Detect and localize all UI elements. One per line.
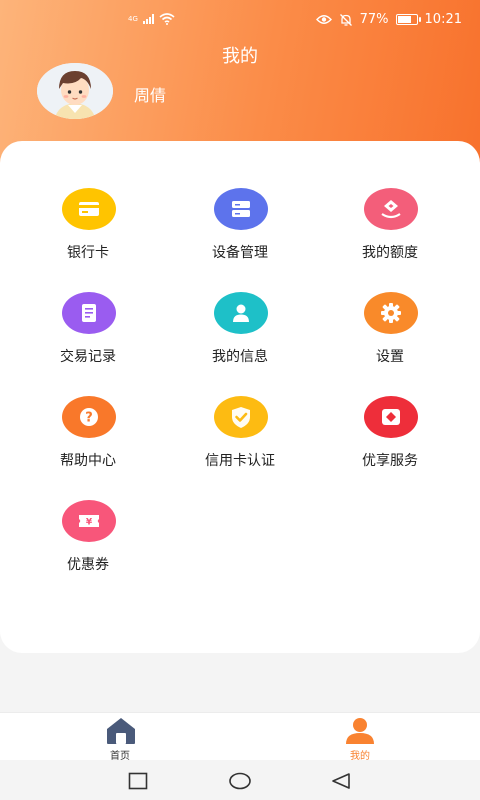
bank-card-icon	[62, 188, 116, 230]
system-nav-bar	[0, 760, 480, 800]
menu-item-label: 交易记录	[60, 349, 116, 365]
menu-item-shield-check[interactable]: 信用卡认证	[160, 396, 320, 492]
menu-item-record[interactable]: 交易记录	[8, 292, 168, 388]
device-icon	[214, 188, 268, 230]
help-icon: ?	[62, 396, 116, 438]
bottom-tab-bar: 首页 我的	[0, 712, 480, 762]
menu-item-label: 优惠券	[67, 557, 109, 573]
status-right: 77% 10:21	[315, 12, 462, 27]
menu-item-label: 信用卡认证	[205, 453, 275, 469]
home-icon	[107, 718, 135, 744]
menu-item-gear[interactable]: 设置	[310, 292, 470, 388]
record-icon	[62, 292, 116, 334]
menu-item-user-info[interactable]: 我的信息	[160, 292, 320, 388]
user-name[interactable]: 周倩	[134, 82, 166, 106]
profile-icon	[346, 718, 374, 744]
recent-apps-icon[interactable]	[128, 772, 148, 790]
menu-item-label: 我的信息	[212, 349, 268, 365]
gear-icon	[364, 292, 418, 334]
menu-item-label: 设备管理	[212, 245, 268, 261]
menu-item-help[interactable]: ? 帮助中心	[8, 396, 168, 492]
menu-item-label: 我的额度	[362, 245, 418, 261]
avatar-illustration	[37, 63, 113, 119]
tab-profile[interactable]: 我的	[330, 717, 390, 762]
menu-item-label: 银行卡	[67, 245, 109, 261]
eye-icon	[315, 15, 332, 24]
signal-icon	[142, 14, 154, 24]
menu-item-label: 帮助中心	[60, 453, 116, 469]
shield-check-icon	[214, 396, 268, 438]
wifi-icon	[159, 13, 175, 25]
menu-item-device[interactable]: 设备管理	[160, 188, 320, 284]
tab-home[interactable]: 首页	[90, 717, 150, 762]
home-circle-icon[interactable]	[228, 772, 252, 790]
network-type-label: 4G	[128, 14, 138, 23]
back-icon[interactable]	[330, 772, 352, 790]
menu-item-bank-card[interactable]: 银行卡	[8, 188, 168, 284]
network-indicators: 4G	[128, 13, 175, 25]
vip-service-icon	[364, 396, 418, 438]
clock: 10:21	[424, 12, 462, 27]
svg-text:?: ?	[85, 411, 93, 426]
menu-item-label: 设置	[376, 349, 404, 365]
user-info-icon	[214, 292, 268, 334]
coupon-icon: ¥	[62, 500, 116, 542]
status-bar: 4G 77% 10:21	[0, 0, 480, 42]
menu-item-quota[interactable]: 我的额度	[310, 188, 470, 284]
svg-text:¥: ¥	[86, 518, 93, 528]
quota-icon	[364, 188, 418, 230]
battery-icon	[395, 14, 421, 25]
battery-percent: 77%	[359, 12, 389, 27]
avatar[interactable]	[37, 63, 113, 119]
menu-item-coupon[interactable]: ¥ 优惠券	[8, 500, 168, 596]
menu-item-vip-service[interactable]: 优享服务	[310, 396, 470, 492]
menu-card: 银行卡 设备管理 我的额度 交易记录 我的信息 设置? 帮助中心 信用卡认证 优享服务 ¥ 优惠券	[0, 141, 480, 653]
menu-item-label: 优享服务	[362, 453, 418, 469]
mute-bell-icon	[339, 13, 352, 26]
